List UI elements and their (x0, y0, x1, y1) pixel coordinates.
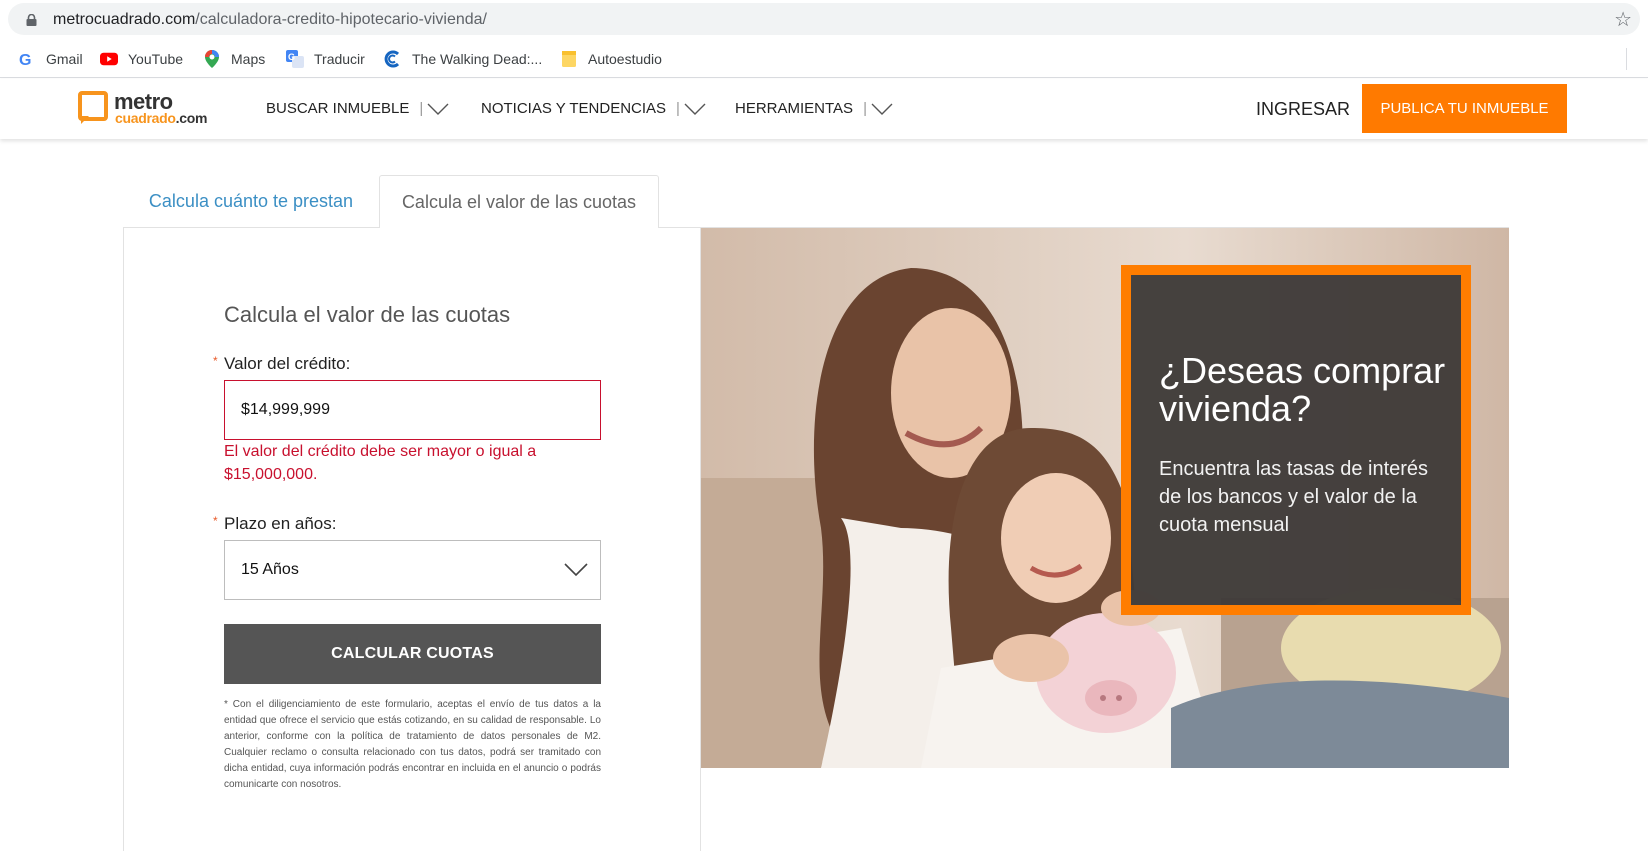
required-marker: * (213, 354, 218, 368)
term-label: * Plazo en años: (213, 514, 337, 534)
credit-value-input[interactable]: $14,999,999 (224, 380, 601, 440)
nav-label: HERRAMIENTAS (735, 100, 854, 117)
bookmark-walking-dead[interactable]: The Walking Dead:... (384, 48, 542, 70)
publish-property-button[interactable]: PUBLICA TU INMUEBLE (1362, 84, 1567, 133)
credit-value-label-text: Valor del crédito: (224, 354, 351, 373)
svg-text:G: G (19, 52, 31, 68)
credit-value-error: El valor del crédito debe ser mayor o ig… (224, 443, 537, 483)
site-header: metro cuadrado.com BUSCAR INMUEBLE | NOT… (0, 79, 1648, 139)
tab-calcula-prestamo[interactable]: Calcula cuánto te prestan (123, 175, 379, 227)
bookmark-gmail[interactable]: G Gmail (18, 48, 83, 70)
maps-icon (203, 50, 221, 68)
chevron-down-icon (427, 103, 449, 115)
bookmark-autoestudio[interactable]: Autoestudio (560, 48, 662, 70)
nav-separator: | (676, 100, 680, 117)
promo-title: ¿Deseas comprar vivienda? (1159, 350, 1446, 429)
nav-label: BUSCAR INMUEBLE (266, 100, 410, 117)
logo-tld: .com (175, 110, 208, 126)
other-bookmarks-icon[interactable] (1626, 48, 1648, 70)
nav-noticias[interactable]: NOTICIAS Y TENDENCIAS | (481, 100, 706, 117)
bookmarks-bar: G Gmail YouTube Maps G Traducir The Walk… (0, 40, 1648, 78)
bookmark-label: Gmail (46, 51, 83, 67)
nav-separator: | (863, 100, 867, 117)
bookmark-label: Autoestudio (588, 51, 662, 67)
logo-mark-tail (81, 116, 89, 124)
nav-buscar-inmueble[interactable]: BUSCAR INMUEBLE | (266, 100, 449, 117)
svg-text:G: G (288, 52, 295, 62)
calculate-button[interactable]: CALCULAR CUOTAS (224, 624, 601, 684)
bookmark-label: The Walking Dead:... (412, 51, 543, 67)
browser-toolbar: metrocuadrado.com/calculadora-credito-hi… (0, 0, 1648, 38)
bookmark-traducir[interactable]: G Traducir (286, 48, 365, 70)
term-select[interactable]: 15 Años (224, 540, 601, 600)
folder-icon (560, 50, 578, 68)
metrocuadrado-logo[interactable]: metro cuadrado.com (78, 89, 228, 129)
nav-label: NOTICIAS Y TENDENCIAS (481, 100, 667, 117)
gmail-icon: G (18, 50, 36, 68)
url-path: /calculadora-credito-hipotecario-viviend… (195, 11, 487, 28)
bookmark-youtube[interactable]: YouTube (100, 48, 183, 70)
walking-dead-icon (384, 50, 402, 68)
hero-bottom-space (701, 768, 1509, 851)
chevron-down-icon (871, 103, 893, 115)
credit-value-label: * Valor del crédito: (213, 354, 351, 374)
term-select-value: 15 Años (241, 561, 299, 578)
required-marker: * (213, 514, 218, 528)
data-disclaimer: * Con el diligenciamiento de este formul… (224, 699, 601, 790)
logo-brand: cuadrado (115, 110, 176, 126)
url-domain: metrocuadrado.com (53, 11, 196, 28)
logo-text-bottom: cuadrado.com (115, 110, 207, 126)
bookmark-label: Maps (231, 51, 266, 67)
promo-box: ¿Deseas comprar vivienda? Encuentra las … (1121, 265, 1471, 615)
nav-separator: | (419, 100, 424, 117)
nav-herramientas[interactable]: HERRAMIENTAS | (735, 100, 893, 117)
chevron-down-icon (684, 103, 706, 115)
term-label-text: Plazo en años: (224, 514, 337, 533)
bookmark-label: YouTube (128, 51, 184, 67)
youtube-icon (100, 50, 118, 68)
tab-calcula-cuotas[interactable]: Calcula el valor de las cuotas (379, 175, 659, 228)
promo-text: Encuentra las tasas de interés de los ba… (1159, 458, 1429, 536)
chevron-down-icon (564, 563, 588, 577)
translate-icon: G (286, 50, 304, 68)
address-bar[interactable]: metrocuadrado.com/calculadora-credito-hi… (8, 3, 1640, 35)
form-title: Calcula el valor de las cuotas (224, 302, 511, 327)
bookmark-label: Traducir (314, 51, 365, 67)
lock-icon (26, 14, 37, 26)
bookmark-maps[interactable]: Maps (203, 48, 265, 70)
url-text: metrocuadrado.com/calculadora-credito-hi… (53, 11, 487, 29)
login-link[interactable]: INGRESAR (1256, 99, 1350, 120)
bookmark-star-icon[interactable]: ☆ (1614, 7, 1632, 32)
